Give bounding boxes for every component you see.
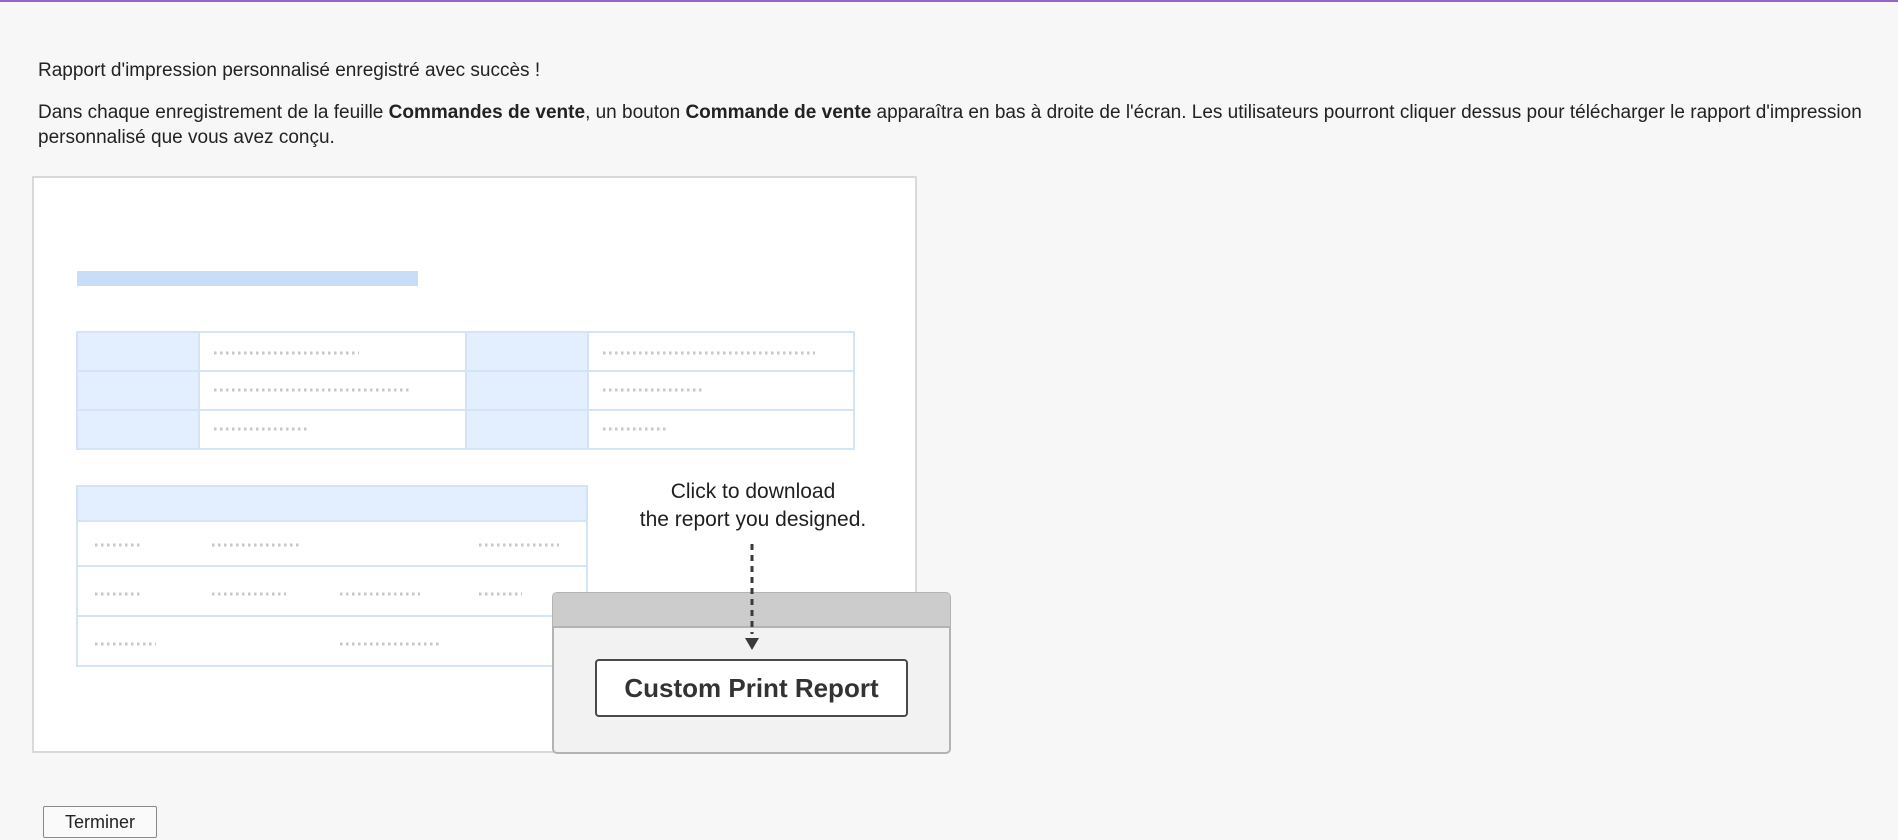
- confirmation-message: Rapport d'impression personnalisé enregi…: [38, 58, 1878, 150]
- description-text: Dans chaque enregistrement de la feuille…: [38, 102, 1862, 148]
- callout-line-1: Click to download: [671, 480, 836, 503]
- success-message: Rapport d'impression personnalisé enregi…: [38, 60, 541, 81]
- custom-print-report-label: Custom Print Report: [624, 673, 879, 703]
- print-report-illustration: Click to download the report you designe…: [32, 176, 951, 754]
- finish-button[interactable]: Terminer: [43, 806, 157, 838]
- title-placeholder: [77, 271, 418, 286]
- button-name: Commande de vente: [685, 102, 872, 123]
- top-accent-bar: [0, 0, 1898, 2]
- callout-line-2: the report you designed.: [640, 508, 867, 531]
- sheet-name: Commandes de vente: [388, 102, 586, 123]
